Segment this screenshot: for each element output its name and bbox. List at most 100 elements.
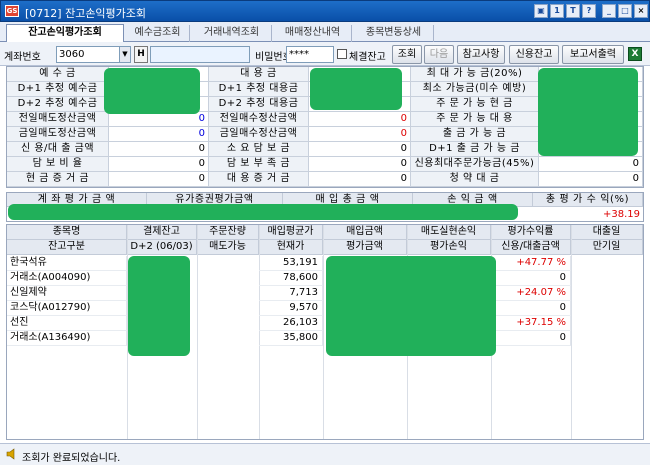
summary-value: 0: [309, 157, 411, 172]
column-header[interactable]: 현재가: [259, 240, 323, 255]
redaction-mark: [538, 68, 638, 156]
column-header[interactable]: 평가수익률: [491, 225, 571, 240]
summary-label: 소 요 담 보 금: [209, 142, 309, 157]
summary-label: 주 문 가 능 대 용: [411, 112, 539, 127]
summary-label: D+1 추정 예수금: [7, 82, 109, 97]
account-label: 계좌번호: [4, 52, 41, 63]
account-field[interactable]: 3060: [56, 46, 120, 63]
column-header[interactable]: 결제잔고: [127, 225, 197, 240]
link-icon[interactable]: ▣: [534, 4, 548, 18]
summary-label: 주 문 가 능 현 금: [411, 97, 539, 112]
status-bar: 조회가 완료되었습니다.: [0, 443, 650, 465]
column-header[interactable]: 주문잔량: [197, 225, 259, 240]
summary-value: 0: [309, 127, 411, 142]
app-icon: GS: [5, 5, 19, 17]
summary-label: 대 용 증 거 금: [209, 172, 309, 187]
tab-settlement[interactable]: 매매정산내역: [274, 25, 352, 42]
column-divider: [197, 225, 198, 439]
filled-balance-checkbox[interactable]: [337, 49, 347, 59]
column-divider: [571, 225, 572, 439]
summary-value: 0: [109, 142, 209, 157]
minimize-icon[interactable]: _: [602, 4, 616, 18]
redaction-mark: [8, 204, 518, 220]
loan-amount: 0: [491, 301, 571, 316]
report-print-button[interactable]: 보고서출력: [562, 45, 624, 64]
current-price: 35,800: [259, 331, 323, 346]
tab-stock-changes[interactable]: 종목변동상세: [354, 25, 434, 42]
stock-name[interactable]: 선진: [7, 316, 127, 331]
close-icon[interactable]: ×: [634, 4, 648, 18]
summary-label: D+2 추정 대용금: [209, 97, 309, 112]
column-divider: [323, 225, 324, 439]
speaker-icon: [6, 448, 15, 460]
column-header[interactable]: 매입금액: [323, 225, 407, 240]
redaction-mark: [104, 68, 200, 114]
tab-deposit[interactable]: 예수금조회: [126, 25, 190, 42]
query-button[interactable]: 조회: [392, 45, 422, 64]
summary-label: D+1 추정 대용금: [209, 82, 309, 97]
summary-value: 0: [539, 157, 643, 172]
avg-price: 7,713: [259, 286, 323, 301]
summary-value: 0: [109, 112, 209, 127]
summary-value: 0: [309, 172, 411, 187]
chevron-down-icon[interactable]: ▼: [119, 46, 131, 63]
redaction-mark: [326, 256, 496, 356]
summary-label: D+1 출 금 가 능 금: [411, 142, 539, 157]
summary-value: 0: [309, 112, 411, 127]
summary-label: 예 수 금: [7, 67, 109, 82]
column-header[interactable]: 평가손익: [407, 240, 491, 255]
redaction-mark: [310, 68, 402, 110]
summary-label: D+2 추정 예수금: [7, 97, 109, 112]
column-header[interactable]: 만기일: [571, 240, 643, 255]
column-header[interactable]: 매도가능: [197, 240, 259, 255]
column-header[interactable]: D+2 (06/03): [127, 240, 197, 255]
column-header[interactable]: 매도실현손익: [407, 225, 491, 240]
summary-label: 청 약 대 금: [411, 172, 539, 187]
screen-number-icon[interactable]: 1: [550, 4, 564, 18]
summary-label: 금일매도정산금액: [7, 127, 109, 142]
stock-name[interactable]: 신일제약: [7, 286, 127, 301]
summary-label: 현 금 증 거 금: [7, 172, 109, 187]
summary-label: 금일매수정산금액: [209, 127, 309, 142]
status-message: 조회가 완료되었습니다.: [22, 453, 121, 464]
next-button[interactable]: 다음: [424, 45, 454, 64]
maximize-icon[interactable]: □: [618, 4, 632, 18]
column-header[interactable]: 평가금액: [323, 240, 407, 255]
return-rate: +47.77 %: [491, 256, 571, 271]
password-field[interactable]: ****: [286, 46, 334, 63]
summary-label: 전일매도정산금액: [7, 112, 109, 127]
summary-label: 신 용/대 출 금액: [7, 142, 109, 157]
window-title: [0712] 잔고손익평가조회: [25, 7, 147, 20]
summary-label: 전일매수정산금액: [209, 112, 309, 127]
summary-label: 최소 가능금(미수 예방): [411, 82, 539, 97]
totals-header: 총 평 가 수 익(%): [533, 193, 643, 207]
current-price: 9,570: [259, 301, 323, 316]
column-header[interactable]: 신용/대출금액: [491, 240, 571, 255]
stock-name[interactable]: 한국석유: [7, 256, 127, 271]
tab-balance-pl[interactable]: 잔고손익평가조회: [6, 24, 124, 43]
h-button[interactable]: H: [134, 46, 148, 63]
excel-export-icon[interactable]: X: [628, 47, 642, 61]
column-header[interactable]: 매입평균가: [259, 225, 323, 240]
column-header[interactable]: 대출일: [571, 225, 643, 240]
summary-label: 담 보 부 족 금: [209, 157, 309, 172]
title-bar: GS [0712] 잔고손익평가조회 ▣ 1 T ? _ □ ×: [0, 0, 650, 22]
summary-label: 최 대 가 능 금(20%): [411, 67, 539, 82]
account-name-field: [150, 46, 250, 63]
summary-value: 0: [109, 157, 209, 172]
help-icon[interactable]: ?: [582, 4, 596, 18]
reference-button[interactable]: 참고사항: [457, 45, 505, 64]
query-toolbar: 계좌번호 3060 ▼ H 비밀번호 **** 체결잔고 조회 다음 참고사항 …: [0, 42, 650, 66]
topmost-icon[interactable]: T: [566, 4, 580, 18]
tab-transactions[interactable]: 거래내역조회: [192, 25, 272, 42]
column-header[interactable]: 종목명: [7, 225, 127, 240]
summary-label: 출 금 가 능 금: [411, 127, 539, 142]
redaction-mark: [128, 256, 190, 356]
current-price: 78,600: [259, 271, 323, 286]
return-rate: +37.15 %: [491, 316, 571, 331]
column-header[interactable]: 잔고구분: [7, 240, 127, 255]
credit-balance-button[interactable]: 신용잔고: [509, 45, 559, 64]
holdings-table: 종목명 결제잔고 주문잔량 매입평균가 매입금액 매도실현손익 평가수익률 대출…: [6, 224, 644, 440]
loan-amount: 0: [491, 331, 571, 346]
filled-balance-label: 체결잔고: [349, 52, 386, 63]
